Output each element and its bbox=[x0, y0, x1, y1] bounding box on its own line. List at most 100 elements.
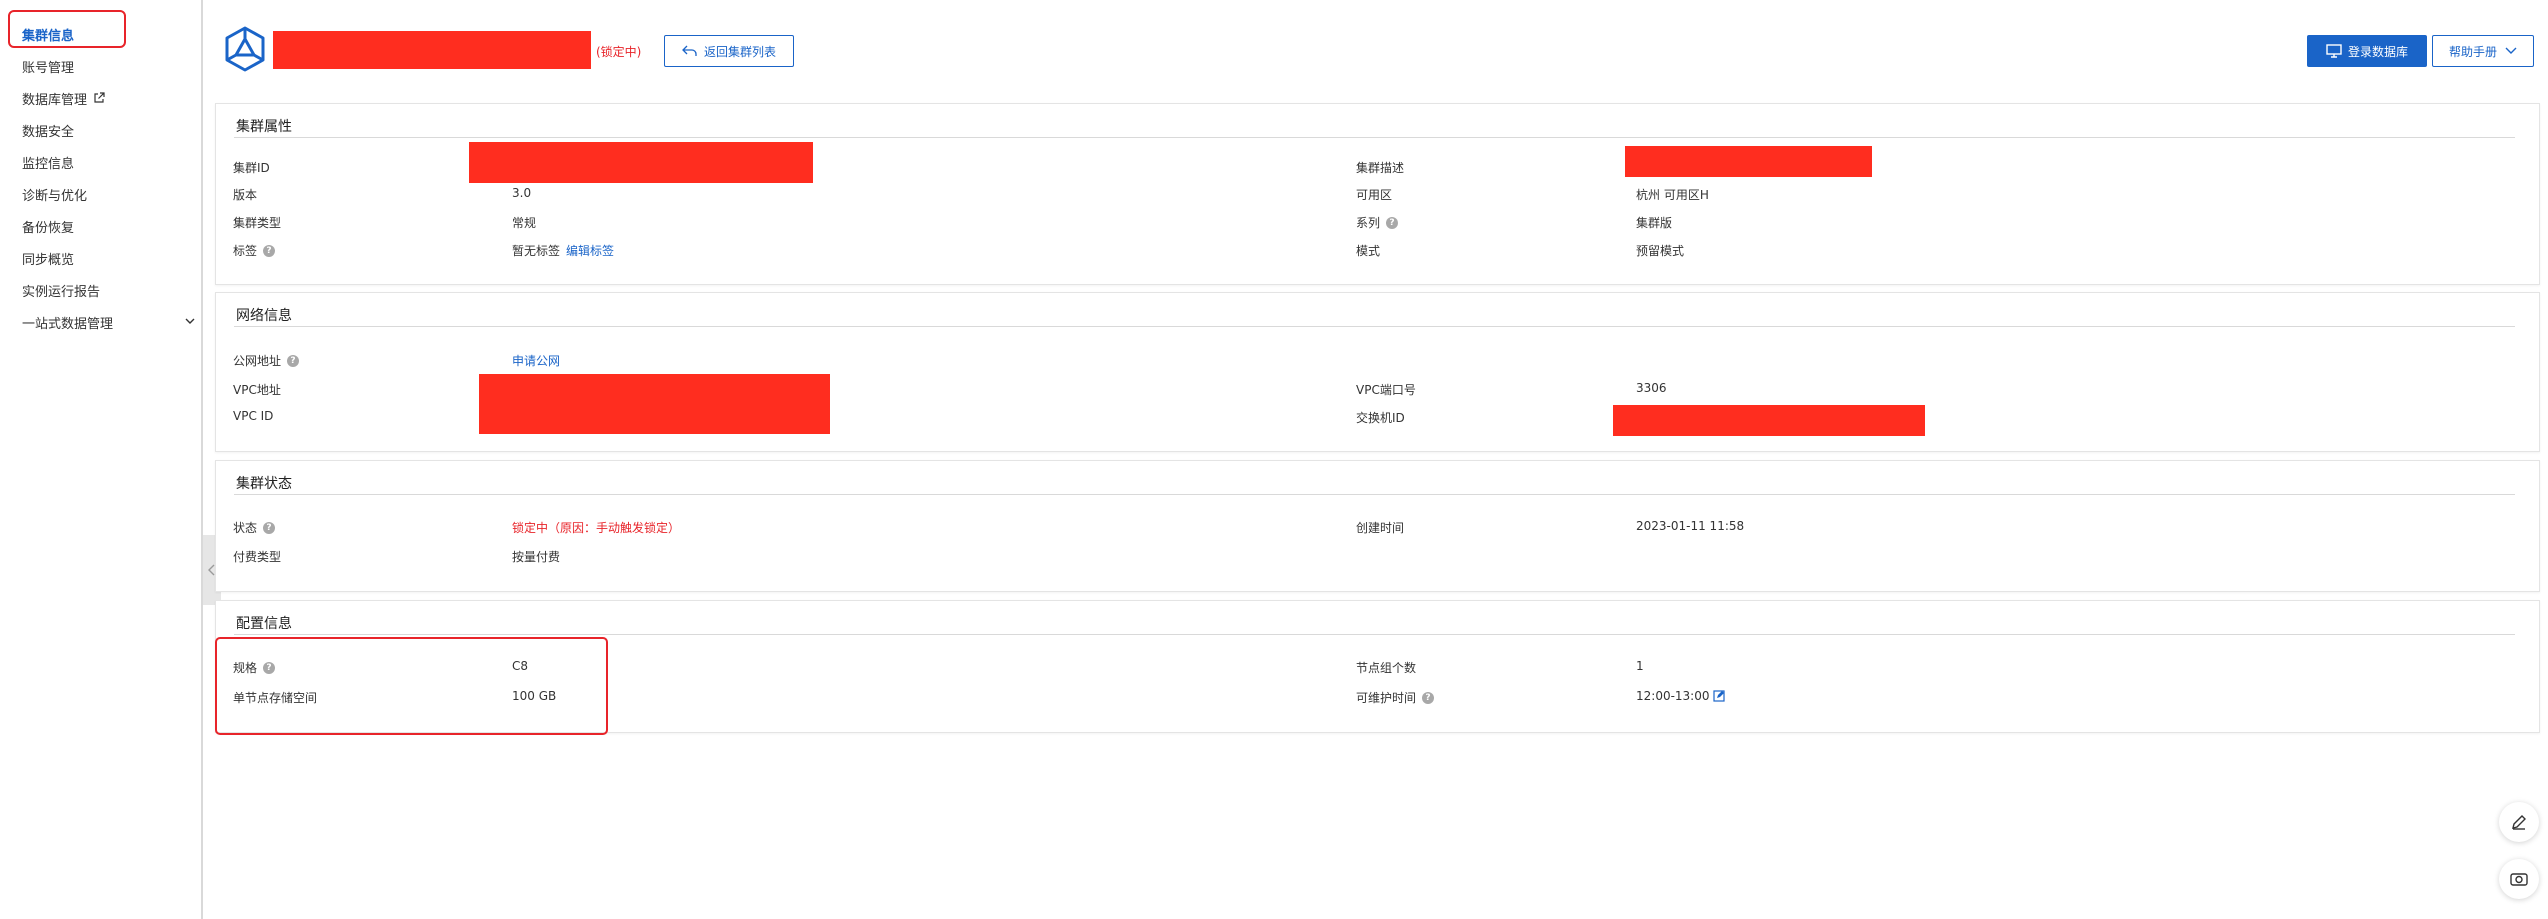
section-divider bbox=[234, 137, 2515, 138]
apply-public-link-text: 申请公网 bbox=[512, 354, 561, 368]
network-info-section: 网络信息 公网地址 ? 申请公网 VPC地址 VPC ID VPC端口号 330… bbox=[215, 292, 2540, 452]
mode-label: 模式 bbox=[1356, 244, 1381, 258]
sidebar-item-label: 实例运行报告 bbox=[22, 284, 101, 300]
public-address-label: 公网地址 ? bbox=[233, 352, 300, 369]
section-title: 网络信息 bbox=[236, 308, 292, 324]
zone-label: 可用区 bbox=[1356, 188, 1393, 202]
switch-id-label: 交换机ID bbox=[1356, 411, 1405, 425]
monitor-icon bbox=[2326, 44, 2342, 58]
section-divider bbox=[234, 326, 2515, 327]
tag-value: 暂无标签 编辑标签 bbox=[512, 242, 614, 259]
sidebar-item-label: 账号管理 bbox=[22, 60, 75, 76]
section-title: 集群状态 bbox=[236, 476, 292, 492]
state-label-text: 状态 bbox=[233, 521, 258, 535]
cluster-status-tag: (锁定中) bbox=[596, 45, 642, 59]
sidebar-item-database-management[interactable]: 数据库管理 bbox=[22, 88, 105, 108]
cluster-type-label: 集群类型 bbox=[233, 216, 282, 230]
sidebar-item-instance-report[interactable]: 实例运行报告 bbox=[22, 280, 100, 300]
sidebar-item-cluster-info[interactable]: 集群信息 bbox=[22, 24, 74, 44]
billing-type-label: 付费类型 bbox=[233, 550, 282, 564]
cluster-logo-icon bbox=[225, 26, 265, 72]
section-divider bbox=[234, 634, 2515, 635]
redacted-switch-id bbox=[1613, 405, 1925, 436]
tag-label-text: 标签 bbox=[233, 244, 258, 258]
back-arrow-icon bbox=[682, 45, 697, 56]
chevron-down-icon bbox=[2505, 47, 2517, 54]
tag-label: 标签 ? bbox=[233, 242, 276, 259]
sidebar-item-backup-restore[interactable]: 备份恢复 bbox=[22, 216, 74, 236]
cluster-status-section: 集群状态 状态 ? 锁定中（原因：手动触发锁定） 付费类型 按量付费 创建时间 … bbox=[215, 460, 2540, 592]
sidebar-item-data-security[interactable]: 数据安全 bbox=[22, 120, 74, 140]
edit-icon[interactable] bbox=[1712, 690, 1725, 702]
vpc-port-label: VPC端口号 bbox=[1356, 383, 1416, 397]
feedback-edit-button[interactable] bbox=[2499, 802, 2539, 842]
zone-value: 杭州 可用区H bbox=[1636, 188, 1709, 202]
public-address-label-text: 公网地址 bbox=[233, 354, 282, 368]
version-value: 3.0 bbox=[512, 186, 532, 200]
cluster-id-label: 集群ID bbox=[233, 161, 270, 175]
section-divider bbox=[234, 494, 2515, 495]
node-group-count-value: 1 bbox=[1636, 659, 1644, 673]
sidebar-item-data-management[interactable]: 一站式数据管理 bbox=[22, 312, 113, 332]
redacted-cluster-desc bbox=[1625, 146, 1872, 177]
help-question-icon[interactable]: ? bbox=[287, 354, 300, 367]
cluster-desc-label: 集群描述 bbox=[1356, 161, 1405, 175]
node-group-count-label: 节点组个数 bbox=[1356, 661, 1417, 675]
sidebar-item-sync-overview[interactable]: 同步概览 bbox=[22, 248, 74, 268]
sidebar: 集群信息 账号管理 数据库管理 数据安全 监控信息 诊断与优化 备份恢复 同步概… bbox=[0, 0, 203, 919]
help-question-icon[interactable]: ? bbox=[1386, 216, 1399, 229]
series-label: 系列 ? bbox=[1356, 214, 1399, 231]
version-label: 版本 bbox=[233, 188, 258, 202]
external-link-icon bbox=[94, 92, 105, 103]
sidebar-item-label: 诊断与优化 bbox=[22, 188, 88, 204]
help-manual-button[interactable]: 帮助手册 bbox=[2432, 35, 2534, 67]
sidebar-item-label: 集群信息 bbox=[22, 28, 75, 44]
cluster-type-value: 常规 bbox=[512, 216, 537, 230]
maintenance-label-text: 可维护时间 bbox=[1356, 691, 1417, 705]
sidebar-item-label: 备份恢复 bbox=[22, 220, 75, 236]
apply-public-address-link[interactable]: 申请公网 bbox=[512, 352, 560, 369]
login-button-label: 登录数据库 bbox=[2347, 44, 2408, 59]
created-time-value: 2023-01-11 11:58 bbox=[1636, 519, 1745, 533]
pencil-icon bbox=[2512, 815, 2526, 830]
redacted-cluster-name bbox=[273, 31, 591, 69]
config-highlight-box bbox=[215, 637, 608, 735]
sidebar-item-account-management[interactable]: 账号管理 bbox=[22, 56, 74, 76]
back-button-label: 返回集群列表 bbox=[703, 44, 776, 59]
vpc-port-value: 3306 bbox=[1636, 381, 1667, 395]
camera-icon bbox=[2510, 873, 2528, 886]
maintenance-window-label: 可维护时间 ? bbox=[1356, 689, 1435, 706]
login-database-button[interactable]: 登录数据库 bbox=[2307, 35, 2427, 67]
sidebar-item-label: 同步概览 bbox=[22, 252, 75, 268]
screenshot-button[interactable] bbox=[2499, 859, 2539, 899]
redacted-cluster-id bbox=[469, 142, 813, 183]
sidebar-item-label: 数据安全 bbox=[22, 124, 75, 140]
help-button-label: 帮助手册 bbox=[2448, 44, 2497, 59]
help-question-icon[interactable]: ? bbox=[1422, 691, 1435, 704]
sidebar-item-diagnostics[interactable]: 诊断与优化 bbox=[22, 184, 87, 204]
sidebar-item-label: 数据库管理 bbox=[22, 92, 88, 108]
sidebar-item-label: 一站式数据管理 bbox=[22, 316, 114, 332]
help-question-icon[interactable]: ? bbox=[263, 244, 276, 257]
maintenance-window-value: 12:00-13:00 bbox=[1636, 689, 1725, 703]
sidebar-item-label: 监控信息 bbox=[22, 156, 75, 172]
section-title: 集群属性 bbox=[236, 119, 292, 135]
vpc-address-label: VPC地址 bbox=[233, 383, 281, 397]
cluster-properties-section: 集群属性 集群ID 版本 3.0 集群类型 常规 标签 ? 暂无标签 编辑标签 … bbox=[215, 103, 2540, 285]
section-title: 配置信息 bbox=[236, 616, 292, 632]
tag-value-text: 暂无标签 bbox=[512, 244, 561, 258]
state-label: 状态 ? bbox=[233, 519, 276, 536]
maintenance-value-text: 12:00-13:00 bbox=[1636, 689, 1710, 703]
back-to-cluster-list-button[interactable]: 返回集群列表 bbox=[664, 35, 794, 67]
billing-type-value: 按量付费 bbox=[512, 550, 561, 564]
chevron-down-icon[interactable] bbox=[184, 315, 196, 327]
series-value: 集群版 bbox=[1636, 216, 1673, 230]
series-label-text: 系列 bbox=[1356, 216, 1381, 230]
sidebar-item-monitoring[interactable]: 监控信息 bbox=[22, 152, 74, 172]
edit-tags-link[interactable]: 编辑标签 bbox=[566, 242, 614, 259]
created-time-label: 创建时间 bbox=[1356, 521, 1405, 535]
help-question-icon[interactable]: ? bbox=[263, 521, 276, 534]
state-value: 锁定中（原因：手动触发锁定） bbox=[512, 521, 681, 535]
vpc-id-label: VPC ID bbox=[233, 409, 274, 423]
mode-value: 预留模式 bbox=[1636, 244, 1685, 258]
